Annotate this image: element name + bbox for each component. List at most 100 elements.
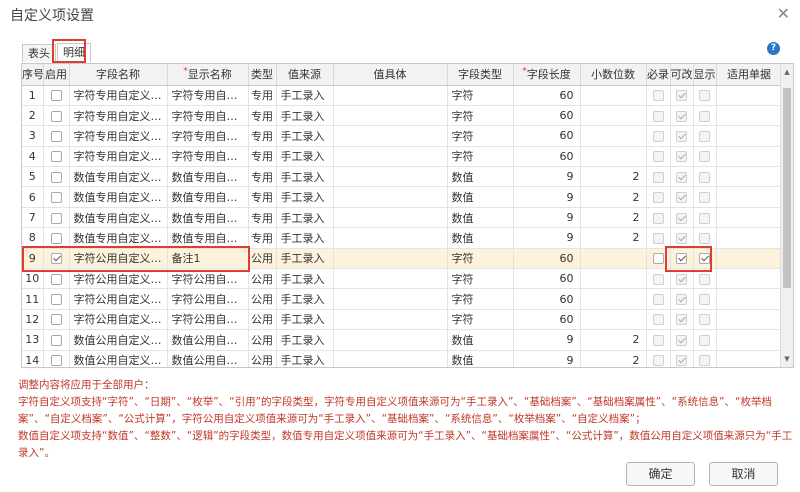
decimals-cell[interactable] [580, 105, 647, 127]
display-name-cell[interactable]: 字符专用自定... [167, 85, 249, 106]
applicable-cell[interactable] [716, 329, 783, 351]
table-row[interactable]: 6 数值专用自定义项2 数值专用自定... 专用 手工录入 数值 9 2 [22, 186, 783, 208]
display-name-cell[interactable]: 字符专用自定... [167, 125, 249, 147]
table-row[interactable]: 11 字符公用自定义项3 字符公用自定... 公用 手工录入 字符 60 [22, 288, 783, 310]
editable-checkbox[interactable] [676, 334, 687, 346]
field-length-cell[interactable]: 9 [513, 227, 581, 249]
table-row[interactable]: 1 字符专用自定义项1 字符专用自定... 专用 手工录入 字符 60 [22, 85, 783, 106]
field-length-cell[interactable]: 9 [513, 207, 581, 229]
table-row[interactable]: 4 字符专用自定义项4 字符专用自定... 专用 手工录入 字符 60 [22, 146, 783, 168]
value-body-cell[interactable] [333, 268, 448, 290]
tab-header[interactable]: 表头 [22, 44, 56, 62]
value-source-cell[interactable]: 手工录入 [276, 85, 334, 106]
editable-checkbox[interactable] [676, 130, 687, 142]
enable-checkbox[interactable] [50, 171, 62, 183]
applicable-cell[interactable] [716, 227, 783, 249]
applicable-cell[interactable] [716, 288, 783, 310]
enable-checkbox[interactable] [50, 314, 62, 326]
required-checkbox[interactable] [652, 232, 664, 244]
display-name-cell[interactable]: 字符公用自定... [167, 288, 249, 310]
required-checkbox[interactable] [652, 212, 664, 224]
cancel-button[interactable]: 取消 [709, 462, 778, 486]
field-length-cell[interactable]: 60 [513, 268, 581, 290]
value-source-cell[interactable]: 手工录入 [276, 207, 334, 229]
field-length-cell[interactable]: 60 [513, 85, 581, 106]
editable-checkbox[interactable] [676, 355, 687, 367]
value-source-cell[interactable]: 手工录入 [276, 125, 334, 147]
table-row[interactable]: 12 字符公用自定义项4 字符公用自定... 公用 手工录入 字符 60 [22, 309, 783, 331]
required-checkbox[interactable] [652, 171, 664, 183]
enable-checkbox[interactable] [50, 273, 62, 285]
field-length-cell[interactable]: 60 [513, 105, 581, 127]
decimals-cell[interactable]: 2 [580, 186, 647, 208]
required-checkbox[interactable] [652, 110, 664, 122]
scroll-up-icon[interactable]: ▲ [781, 66, 793, 78]
applicable-cell[interactable] [716, 166, 783, 188]
enable-checkbox[interactable] [50, 355, 62, 367]
enable-checkbox[interactable] [50, 110, 62, 122]
applicable-cell[interactable] [716, 309, 783, 331]
field-length-cell[interactable]: 60 [513, 248, 581, 270]
help-icon[interactable]: ? [767, 42, 780, 55]
field-type-cell[interactable]: 字符 [447, 288, 514, 310]
enable-checkbox[interactable] [50, 212, 62, 224]
required-checkbox[interactable] [652, 90, 664, 102]
field-type-cell[interactable]: 字符 [447, 125, 514, 147]
value-source-cell[interactable]: 手工录入 [276, 105, 334, 127]
value-body-cell[interactable] [333, 350, 448, 367]
field-length-cell[interactable]: 60 [513, 146, 581, 168]
scroll-down-icon[interactable]: ▼ [781, 353, 793, 365]
value-source-cell[interactable]: 手工录入 [276, 309, 334, 331]
enable-checkbox[interactable] [50, 294, 62, 306]
table-row[interactable]: 2 字符专用自定义项2 字符专用自定... 专用 手工录入 字符 60 [22, 105, 783, 127]
enable-checkbox[interactable] [50, 192, 62, 204]
field-type-cell[interactable]: 字符 [447, 248, 514, 270]
decimals-cell[interactable]: 2 [580, 227, 647, 249]
table-row[interactable]: 3 字符专用自定义项3 字符专用自定... 专用 手工录入 字符 60 [22, 125, 783, 147]
visible-checkbox[interactable] [699, 171, 710, 183]
table-row[interactable]: 14 数值公用自定义项2 数值公用自定... 公用 手工录入 数值 9 2 [22, 350, 783, 367]
required-checkbox[interactable] [652, 130, 664, 142]
display-name-cell[interactable]: 数值公用自定... [167, 329, 249, 351]
decimals-cell[interactable]: 2 [580, 166, 647, 188]
field-type-cell[interactable]: 数值 [447, 329, 514, 351]
editable-checkbox[interactable] [676, 192, 687, 204]
field-length-cell[interactable]: 9 [513, 350, 581, 367]
visible-checkbox[interactable] [699, 314, 710, 326]
visible-checkbox[interactable] [699, 192, 710, 204]
display-name-cell[interactable]: 数值专用自定... [167, 207, 249, 229]
enable-checkbox[interactable] [50, 151, 62, 163]
decimals-cell[interactable]: 2 [580, 350, 647, 367]
decimals-cell[interactable] [580, 309, 647, 331]
applicable-cell[interactable] [716, 248, 783, 270]
decimals-cell[interactable] [580, 146, 647, 168]
visible-checkbox[interactable] [699, 151, 710, 163]
value-body-cell[interactable] [333, 125, 448, 147]
scrollbar-thumb[interactable] [783, 88, 791, 288]
field-type-cell[interactable]: 数值 [447, 166, 514, 188]
field-length-cell[interactable]: 60 [513, 309, 581, 331]
enable-checkbox[interactable] [50, 334, 62, 346]
editable-checkbox[interactable] [676, 151, 687, 163]
visible-checkbox[interactable] [699, 110, 710, 122]
decimals-cell[interactable]: 2 [580, 207, 647, 229]
applicable-cell[interactable] [716, 207, 783, 229]
visible-checkbox[interactable] [699, 273, 710, 285]
value-source-cell[interactable]: 手工录入 [276, 146, 334, 168]
editable-checkbox[interactable] [676, 171, 687, 183]
enable-checkbox[interactable] [50, 232, 62, 244]
editable-checkbox[interactable] [676, 314, 687, 326]
decimals-cell[interactable] [580, 248, 647, 270]
display-name-cell[interactable]: 数值公用自定... [167, 350, 249, 367]
field-length-cell[interactable]: 60 [513, 288, 581, 310]
close-icon[interactable]: ✕ [777, 4, 790, 23]
field-type-cell[interactable]: 字符 [447, 268, 514, 290]
editable-checkbox[interactable] [676, 110, 687, 122]
table-row[interactable]: 13 数值公用自定义项1 数值公用自定... 公用 手工录入 数值 9 2 [22, 329, 783, 351]
required-checkbox[interactable] [652, 355, 664, 367]
field-length-cell[interactable]: 9 [513, 186, 581, 208]
value-source-cell[interactable]: 手工录入 [276, 186, 334, 208]
display-name-cell[interactable]: 数值专用自定... [167, 186, 249, 208]
enable-checkbox[interactable] [50, 90, 62, 102]
applicable-cell[interactable] [716, 146, 783, 168]
